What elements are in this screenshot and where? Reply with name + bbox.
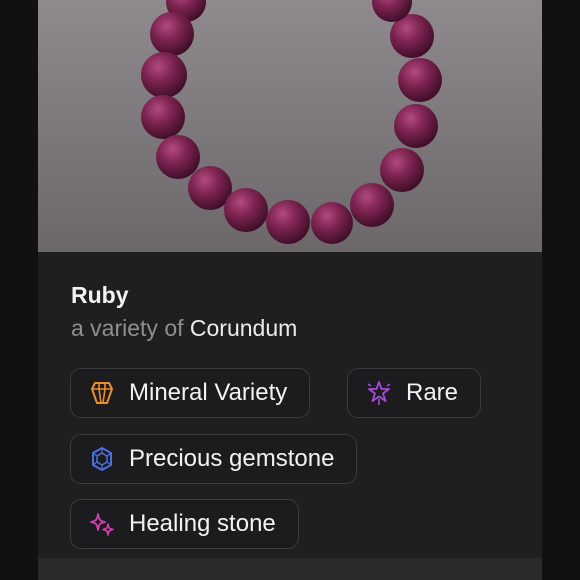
bracelet-bead xyxy=(311,202,353,244)
mineral-photo xyxy=(38,0,542,252)
bracelet-bead xyxy=(156,135,200,179)
mineral-card: Ruby a variety of Corundum Mineral Varie… xyxy=(38,0,542,580)
tag-label: Rare xyxy=(406,379,459,406)
left-margin xyxy=(0,0,38,580)
tag-mineral-variety[interactable]: Mineral Variety xyxy=(70,368,311,418)
bracelet-image xyxy=(141,0,442,244)
gem-icon xyxy=(89,446,115,472)
sparkle-star-icon xyxy=(366,380,392,406)
bracelet-bead xyxy=(150,12,194,56)
bracelet-bead xyxy=(141,95,185,139)
sparkles-icon xyxy=(89,511,115,537)
right-margin xyxy=(542,0,580,580)
bracelet-bead xyxy=(141,52,187,98)
tag-precious-gemstone[interactable]: Precious gemstone xyxy=(70,434,358,484)
bracelet-bead xyxy=(266,200,310,244)
bracelet-bead xyxy=(398,58,442,102)
variety-of-link[interactable]: Corundum xyxy=(190,315,297,341)
tag-healing-stone[interactable]: Healing stone xyxy=(70,499,299,549)
bracelet-bead xyxy=(224,188,268,232)
variety-prefix: a variety of xyxy=(71,315,184,341)
bracelet-bead xyxy=(350,183,394,227)
bracelet-bead xyxy=(380,148,424,192)
mineral-name: Ruby xyxy=(71,282,129,308)
tag-rare[interactable]: Rare xyxy=(347,368,482,418)
variety-line: a variety of Corundum xyxy=(71,314,297,342)
tag-label: Healing stone xyxy=(129,510,276,537)
tag-label: Mineral Variety xyxy=(129,379,288,406)
crystal-icon xyxy=(89,380,115,406)
bracelet-bead xyxy=(394,104,438,148)
mineral-info: Ruby a variety of Corundum xyxy=(71,282,297,342)
tag-label: Precious gemstone xyxy=(129,445,335,472)
next-section-edge xyxy=(38,558,542,580)
